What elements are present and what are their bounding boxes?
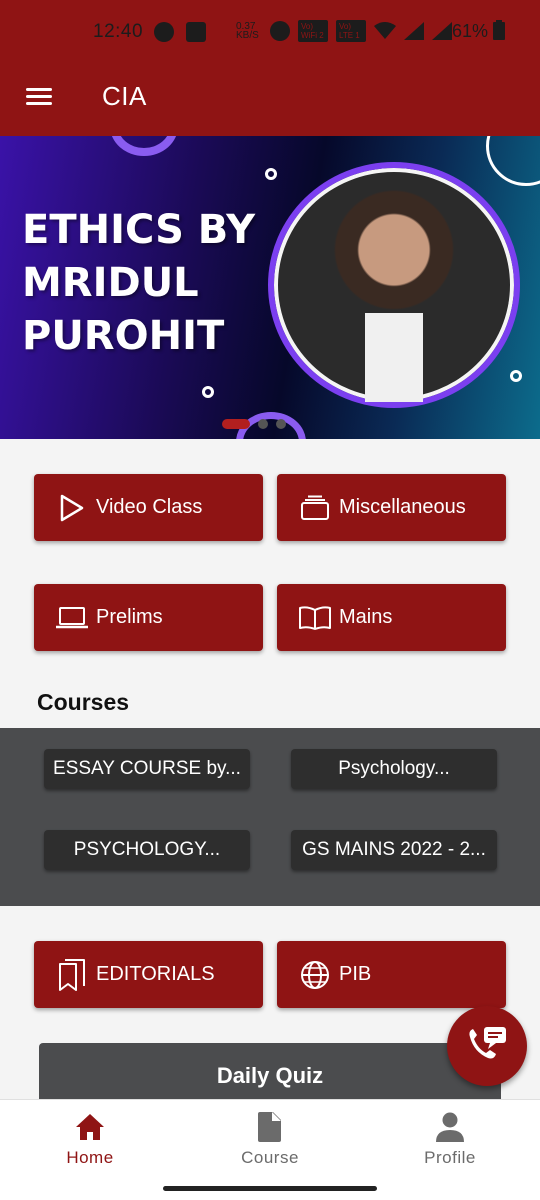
editorials-button[interactable]: EDITORIALS: [34, 941, 263, 1008]
document-icon: [258, 1112, 281, 1142]
course-chip[interactable]: PSYCHOLOGY...: [44, 830, 250, 870]
video-class-button[interactable]: Video Class: [34, 474, 263, 541]
home-icon: [76, 1114, 104, 1140]
wifi-icon: [374, 22, 396, 39]
app-notification-icon: [154, 22, 174, 42]
courses-list: ESSAY COURSE by... Psychology... PSYCHOL…: [0, 728, 540, 906]
person-icon: [436, 1112, 464, 1142]
decor-ring: [110, 136, 178, 156]
status-bar: 12:40 0.37 KB/S Vo) WiFi 2 Vo) LTE 1 61%: [0, 0, 540, 64]
carousel-indicator: [222, 419, 286, 429]
banner-carousel[interactable]: ETHICS BY MRIDUL PUROHIT: [0, 136, 540, 439]
carousel-dot-active: [222, 419, 250, 429]
nav-home[interactable]: Home: [30, 1112, 150, 1168]
bottom-navigation: Home Course Profile: [0, 1099, 540, 1178]
decor-dot: [202, 386, 214, 398]
home-gesture-bar[interactable]: [163, 1186, 377, 1191]
decor-ring: [486, 136, 540, 186]
status-time: 12:40: [93, 21, 144, 42]
prelims-button[interactable]: Prelims: [34, 584, 263, 651]
app-bar: CIA: [0, 64, 540, 136]
gesture-area: [0, 1178, 540, 1200]
signal-roaming-icon: [432, 22, 452, 40]
net-speed: 0.37 KB/S: [236, 21, 259, 41]
alarm-icon: [270, 21, 290, 41]
play-icon: [54, 490, 90, 526]
globe-icon: [297, 957, 333, 993]
book-open-icon: [297, 600, 333, 636]
stack-icon: [297, 490, 333, 526]
battery-percent: 61%: [452, 21, 489, 41]
signal-icon: [404, 22, 424, 40]
app-title: CIA: [102, 81, 147, 111]
sim2-badge: Vo) LTE 1: [336, 20, 366, 42]
contact-fab[interactable]: [447, 1006, 527, 1086]
battery-icon: [493, 20, 506, 40]
course-chip[interactable]: ESSAY COURSE by...: [44, 749, 250, 789]
instructor-photo: [268, 162, 520, 408]
carousel-dot: [258, 419, 268, 429]
banner-headline: ETHICS BY MRIDUL PUROHIT: [22, 207, 256, 359]
hamburger-icon[interactable]: [26, 84, 54, 114]
course-chip[interactable]: GS MAINS 2022 - 2...: [291, 830, 497, 870]
sim1-badge: Vo) WiFi 2: [298, 20, 328, 42]
bookmarks-icon: [54, 957, 90, 993]
image-notification-icon: [186, 22, 206, 42]
miscellaneous-button[interactable]: Miscellaneous: [277, 474, 506, 541]
nav-profile[interactable]: Profile: [390, 1112, 510, 1168]
nav-course[interactable]: Course: [210, 1112, 330, 1168]
laptop-icon: [54, 600, 90, 636]
phone-chat-icon: [469, 1027, 506, 1059]
pib-button[interactable]: PIB: [277, 941, 506, 1008]
decor-dot: [265, 168, 277, 180]
course-chip[interactable]: Psychology...: [291, 749, 497, 789]
courses-heading: Courses: [37, 689, 130, 715]
mains-button[interactable]: Mains: [277, 584, 506, 651]
carousel-dot: [276, 419, 286, 429]
decor-dot: [510, 370, 522, 382]
